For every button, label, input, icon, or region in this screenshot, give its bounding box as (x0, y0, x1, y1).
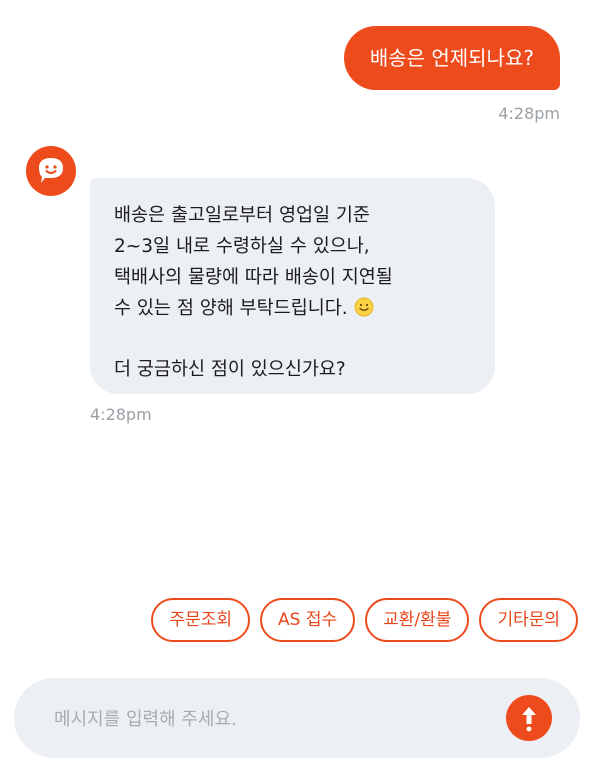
quick-replies: 주문조회 AS 접수 교환/환불 기타문의 (151, 598, 578, 642)
send-button[interactable] (506, 695, 552, 741)
quick-reply-as-request[interactable]: AS 접수 (260, 598, 356, 642)
bot-message-line: 2~3일 내로 수령하실 수 있으나, (114, 236, 370, 257)
message-input[interactable] (52, 678, 496, 760)
quick-reply-order-lookup[interactable]: 주문조회 (151, 598, 251, 642)
quick-reply-exchange-refund[interactable]: 교환/환불 (365, 598, 470, 642)
bot-message-line: 택배사의 물량에 따라 배송이 지연될 (114, 267, 393, 288)
chat-screen: 배송은 언제되나요? 4:28pm 배송은 출고일로부터 영업일 기준 2~3일… (0, 0, 596, 774)
bot-message-bubble: 배송은 출고일로부터 영업일 기준 2~3일 내로 수령하실 수 있으나, 택배… (90, 178, 495, 394)
bot-message-line-with-emoji: 수 있는 점 양해 부탁드립니다. (114, 293, 475, 324)
bot-message-line: 더 궁금하신 점이 있으신가요? (114, 359, 346, 380)
quick-reply-other-inquiry[interactable]: 기타문의 (479, 598, 578, 642)
chatbot-avatar-icon (26, 146, 76, 196)
user-message-text: 배송은 언제되나요? (369, 46, 534, 70)
user-message-bubble: 배송은 언제되나요? (343, 26, 560, 90)
bot-message-time: 4:28pm (90, 405, 152, 424)
user-message-time: 4:28pm (498, 104, 560, 123)
bot-message-line: 배송은 출고일로부터 영업일 기준 (114, 205, 370, 226)
message-composer (14, 678, 580, 760)
smile-emoji-icon (354, 297, 374, 317)
bot-message-line: 수 있는 점 양해 부탁드립니다. (114, 298, 348, 319)
